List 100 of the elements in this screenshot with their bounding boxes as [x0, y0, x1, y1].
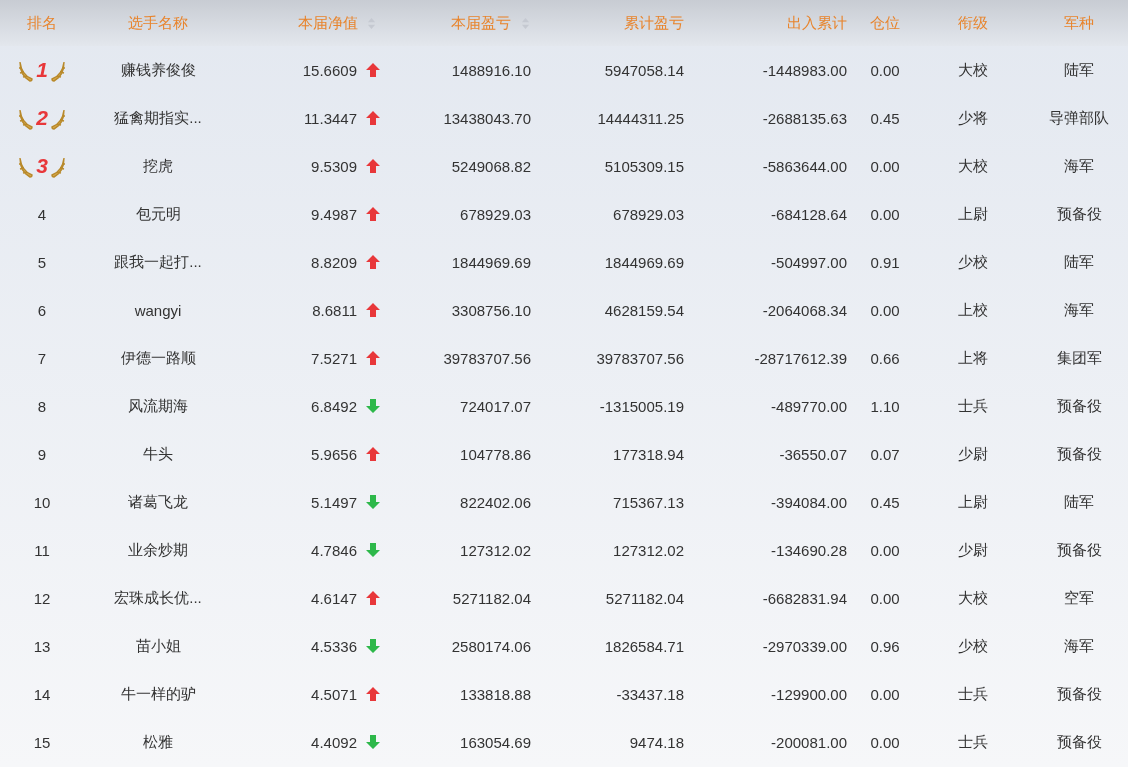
- branch-name: 预备役: [1056, 204, 1102, 224]
- player-name[interactable]: 苗小姐: [135, 636, 181, 656]
- in-out-total: -6682831.94: [762, 589, 847, 607]
- column-header: 仓位: [870, 13, 900, 33]
- session-profit: 2580174.06: [451, 637, 531, 655]
- position-ratio: 0.00: [870, 157, 900, 175]
- position-ratio: 0.00: [870, 685, 900, 703]
- player-name[interactable]: 挖虎: [143, 156, 173, 176]
- column-header: 本届盈亏: [451, 13, 511, 33]
- net-value: 4.6147: [311, 589, 357, 607]
- rank-title: 上校: [957, 300, 988, 320]
- net-value: 4.5336: [311, 637, 357, 655]
- in-out-total: -489770.00: [771, 397, 847, 415]
- net-value: 9.5309: [311, 157, 357, 175]
- rank-number: 15: [33, 733, 51, 751]
- position-ratio: 0.66: [870, 349, 900, 367]
- net-value: 4.5071: [311, 685, 357, 703]
- player-name[interactable]: 宏珠成长优...: [114, 588, 202, 608]
- in-out-total: -1448983.00: [762, 61, 847, 79]
- branch-name: 海军: [1064, 636, 1094, 656]
- session-profit: 104778.86: [460, 445, 531, 463]
- branch-name: 预备役: [1056, 396, 1102, 416]
- player-name[interactable]: 业余炒期: [128, 540, 188, 560]
- in-out-total: -129900.00: [771, 685, 847, 703]
- rank-number: 14: [33, 685, 51, 703]
- rank-number: 4: [37, 205, 47, 223]
- in-out-total: -2064068.34: [762, 301, 847, 319]
- in-out-total: -2688135.63: [762, 109, 847, 127]
- branch-name: 预备役: [1056, 540, 1102, 560]
- position-ratio: 0.07: [870, 445, 900, 463]
- in-out-total: -200081.00: [771, 733, 847, 751]
- total-profit: 5271182.04: [605, 589, 684, 607]
- net-value: 11.3447: [303, 109, 357, 127]
- in-out-total: -28717612.39: [754, 349, 847, 367]
- rank-number: 2: [36, 106, 48, 130]
- column-header: 排名: [27, 13, 57, 33]
- rank-number: 1: [36, 58, 48, 82]
- rank-title: 少校: [957, 636, 988, 656]
- in-out-total: -394084.00: [771, 493, 847, 511]
- branch-name: 预备役: [1056, 732, 1102, 752]
- rank-title: 士兵: [957, 684, 988, 704]
- in-out-total: -5863644.00: [762, 157, 847, 175]
- rank-title: 上尉: [957, 492, 988, 512]
- position-ratio: 0.00: [870, 589, 900, 607]
- player-name[interactable]: 诸葛飞龙: [128, 492, 188, 512]
- session-profit: 39783707.56: [443, 349, 531, 367]
- branch-name: 预备役: [1056, 684, 1102, 704]
- session-profit: 13438043.70: [443, 109, 531, 127]
- column-header: 出入累计: [787, 13, 847, 33]
- session-profit: 724017.07: [460, 397, 531, 415]
- player-name[interactable]: 牛头: [143, 444, 173, 464]
- rank-title: 大校: [957, 588, 988, 608]
- session-profit: 127312.02: [460, 541, 531, 559]
- net-value: 9.4987: [311, 205, 357, 223]
- position-ratio: 0.00: [870, 205, 900, 223]
- player-name[interactable]: 牛一样的驴: [120, 684, 196, 704]
- session-profit: 822402.06: [460, 493, 531, 511]
- rank-number: 3: [36, 154, 48, 178]
- rank-number: 7: [37, 349, 47, 367]
- player-name[interactable]: 跟我一起打...: [114, 252, 202, 272]
- in-out-total: -36550.07: [779, 445, 847, 463]
- net-value: 8.8209: [311, 253, 357, 271]
- total-profit: 1826584.71: [604, 637, 684, 655]
- total-profit: 5105309.15: [604, 157, 684, 175]
- in-out-total: -684128.64: [771, 205, 847, 223]
- session-profit: 163054.69: [460, 733, 531, 751]
- total-profit: 1844969.69: [604, 253, 684, 271]
- rank-title: 少尉: [957, 444, 988, 464]
- rank-number: 8: [37, 397, 47, 415]
- branch-name: 预备役: [1056, 444, 1102, 464]
- in-out-total: -134690.28: [771, 541, 847, 559]
- player-name[interactable]: wangyi: [134, 301, 182, 319]
- player-name[interactable]: 松雅: [143, 732, 173, 752]
- column-header: 衔级: [957, 13, 988, 33]
- session-profit: 1488916.10: [451, 61, 531, 79]
- net-value: 7.5271: [311, 349, 357, 367]
- player-name[interactable]: 猛禽期指实...: [114, 108, 202, 128]
- position-ratio: 0.00: [870, 301, 900, 319]
- player-name[interactable]: 风流期海: [128, 396, 188, 416]
- column-header: 选手名称: [128, 13, 188, 33]
- total-profit: 5947058.14: [604, 61, 684, 79]
- net-value: 8.6811: [312, 301, 357, 319]
- rank-title: 大校: [957, 156, 988, 176]
- rank-title: 士兵: [957, 732, 988, 752]
- player-name[interactable]: 赚钱养俊俊: [120, 60, 196, 80]
- branch-name: 海军: [1064, 300, 1094, 320]
- position-ratio: 0.00: [870, 733, 900, 751]
- total-profit: 14444311.25: [597, 109, 684, 127]
- rank-title: 大校: [957, 60, 988, 80]
- total-profit: 39783707.56: [596, 349, 684, 367]
- player-name[interactable]: 伊德一路顺: [120, 348, 196, 368]
- branch-name: 陆军: [1064, 252, 1094, 272]
- net-value: 4.4092: [311, 733, 357, 751]
- total-profit: 4628159.54: [604, 301, 684, 319]
- player-name[interactable]: 包元明: [135, 204, 181, 224]
- in-out-total: -504997.00: [771, 253, 847, 271]
- column-header: 军种: [1064, 13, 1094, 33]
- position-ratio: 0.91: [870, 253, 900, 271]
- branch-name: 空军: [1064, 588, 1094, 608]
- rank-number: 13: [33, 637, 51, 655]
